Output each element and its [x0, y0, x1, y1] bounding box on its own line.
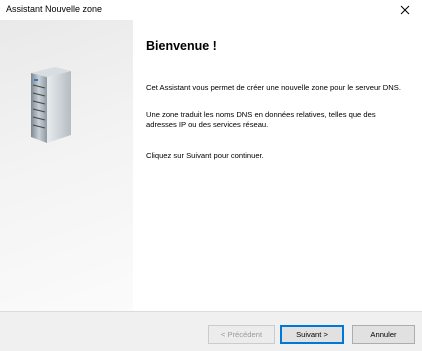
button-bar: < Précédent Suivant > Annuler — [0, 311, 422, 351]
next-button[interactable]: Suivant > — [280, 325, 344, 344]
close-button[interactable] — [390, 0, 420, 20]
zone-description-paragraph: Une zone traduit les noms DNS en données… — [146, 110, 376, 129]
title-bar: Assistant Nouvelle zone — [0, 0, 422, 20]
continue-instruction: Cliquez sur Suivant pour continuer. — [146, 151, 264, 160]
page-title: Bienvenue ! — [146, 39, 217, 53]
cancel-button[interactable]: Annuler — [352, 325, 415, 344]
wizard-side-panel — [0, 20, 133, 311]
window-title: Assistant Nouvelle zone — [6, 4, 103, 14]
wizard-content: Bienvenue ! Cet Assistant vous permet de… — [133, 20, 422, 311]
server-icon — [31, 67, 71, 143]
close-icon — [400, 5, 410, 15]
previous-button[interactable]: < Précédent — [208, 325, 275, 344]
intro-paragraph: Cet Assistant vous permet de créer une n… — [146, 83, 401, 92]
